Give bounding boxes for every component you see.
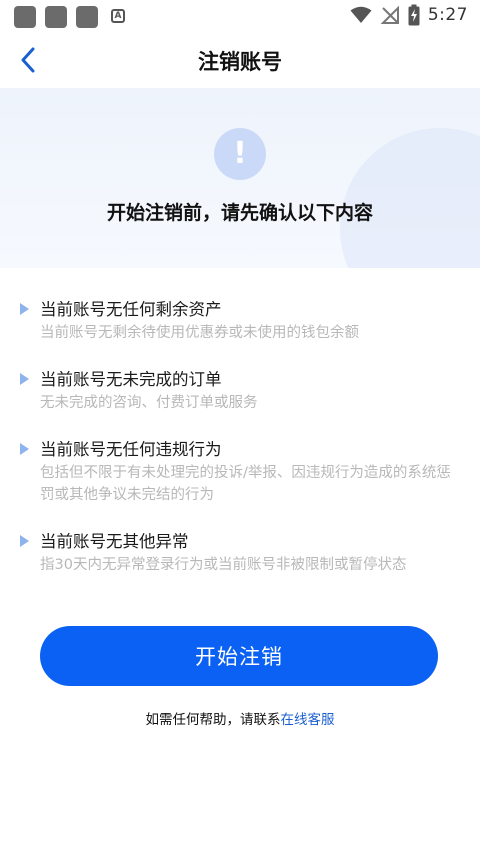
- condition-title: 当前账号无其他异常: [40, 532, 189, 551]
- help-text: 如需任何帮助，请联系在线客服: [0, 708, 480, 728]
- banner-heading: 开始注销前，请先确认以下内容: [106, 202, 373, 224]
- status-bar-right: 5:27: [350, 4, 468, 26]
- condition-desc: 包括但不限于有未处理完的投诉/举报、因违规行为造成的系统惩罚或其他争议未完结的行…: [40, 465, 451, 503]
- a-box-icon: A: [107, 6, 129, 28]
- arrow-right-icon: [20, 303, 29, 315]
- battery-charging-icon: [408, 4, 420, 26]
- condition-title: 当前账号无未完成的订单: [40, 370, 222, 389]
- status-bar-left: A: [14, 6, 129, 28]
- a-box-label: A: [111, 9, 125, 23]
- condition-desc: 当前账号无剩余待使用优惠券或未使用的钱包余额: [40, 325, 359, 341]
- notification-square-icon: [76, 6, 98, 28]
- condition-desc: 无未完成的咨询、付费订单或服务: [40, 395, 258, 411]
- wifi-icon: [350, 6, 372, 23]
- arrow-right-icon: [20, 373, 29, 385]
- exclamation-icon: !: [214, 128, 266, 180]
- notification-square-icon: [14, 6, 36, 28]
- no-signal-icon: [380, 5, 399, 24]
- start-deactivation-button[interactable]: 开始注销: [40, 626, 438, 686]
- help-prefix: 如需任何帮助，请联系: [145, 712, 281, 728]
- condition-desc: 指30天内无异常登录行为或当前账号非被限制或暂停状态: [40, 557, 407, 573]
- condition-title: 当前账号无任何剩余资产: [40, 300, 222, 319]
- nav-bar: 注销账号: [0, 34, 480, 86]
- condition-title: 当前账号无任何违规行为: [40, 440, 222, 459]
- exclamation-glyph: !: [233, 136, 247, 171]
- info-banner: ! 开始注销前，请先确认以下内容: [0, 88, 480, 268]
- page-title: 注销账号: [198, 50, 282, 74]
- status-bar: A 5:27: [0, 0, 480, 34]
- arrow-right-icon: [20, 443, 29, 455]
- online-support-link[interactable]: 在线客服: [281, 712, 335, 728]
- notification-square-icon: [45, 6, 67, 28]
- arrow-right-icon: [20, 535, 29, 547]
- status-time: 5:27: [427, 5, 468, 25]
